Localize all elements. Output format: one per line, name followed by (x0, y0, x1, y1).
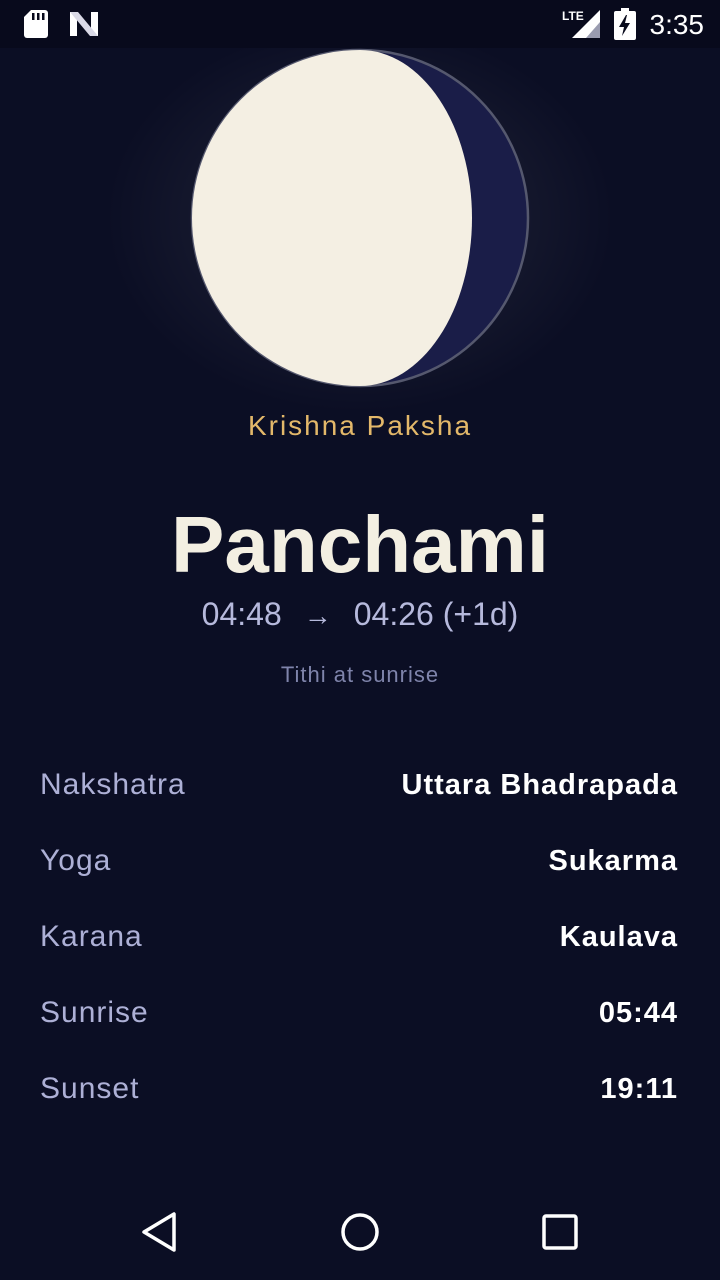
paksha-label: Krishna Paksha (247, 410, 473, 441)
arrow-right-icon: → (303, 600, 332, 631)
moon-phase-icon (190, 48, 530, 388)
detail-label: Yoga (40, 844, 112, 877)
recents-icon[interactable] (536, 1208, 584, 1256)
detail-value: 19:11 (600, 1073, 678, 1105)
detail-label: Karana (40, 920, 143, 953)
detail-value: Kaulava (559, 921, 678, 953)
detail-label: Nakshatra (40, 768, 186, 801)
n-notification-icon (70, 12, 98, 36)
battery-charging-icon (614, 8, 636, 40)
tithi-start-time: 04:48 (201, 596, 282, 632)
tithi-end-time: 04:26 (+1d) (353, 596, 519, 632)
app-screen: LTE 3:35 Krishna Paksha Panchami 04:48 → 0… (0, 0, 720, 1280)
back-icon[interactable] (136, 1208, 184, 1256)
tithi-note: Tithi at sunrise (280, 662, 440, 687)
detail-row-karana: Karana Kaulava (40, 900, 678, 976)
detail-value: Sukarma (548, 845, 678, 877)
detail-label: Sunset (40, 1072, 140, 1105)
detail-row-nakshatra: Nakshatra Uttara Bhadrapada (40, 748, 678, 824)
navigation-bar (0, 1184, 720, 1280)
status-clock: 3:35 (649, 9, 705, 40)
lte-label: LTE (562, 9, 584, 23)
detail-label: Sunrise (40, 996, 149, 1029)
lte-signal-icon: LTE (562, 9, 600, 38)
detail-row-sunrise: Sunrise 05:44 (40, 976, 678, 1052)
sd-card-icon (24, 10, 48, 38)
status-bar: LTE 3:35 (0, 0, 720, 48)
detail-row-yoga: Yoga Sukarma (40, 824, 678, 900)
home-icon[interactable] (336, 1208, 384, 1256)
tithi-name: Panchami (171, 500, 549, 589)
tithi-time-range: 04:48 → 04:26 (+1d) (0, 594, 720, 636)
panchang-details-list: Nakshatra Uttara Bhadrapada Yoga Sukarma… (40, 748, 678, 1128)
detail-value: Uttara Bhadrapada (401, 769, 678, 801)
detail-row-sunset: Sunset 19:11 (40, 1052, 678, 1128)
detail-value: 05:44 (598, 997, 678, 1029)
